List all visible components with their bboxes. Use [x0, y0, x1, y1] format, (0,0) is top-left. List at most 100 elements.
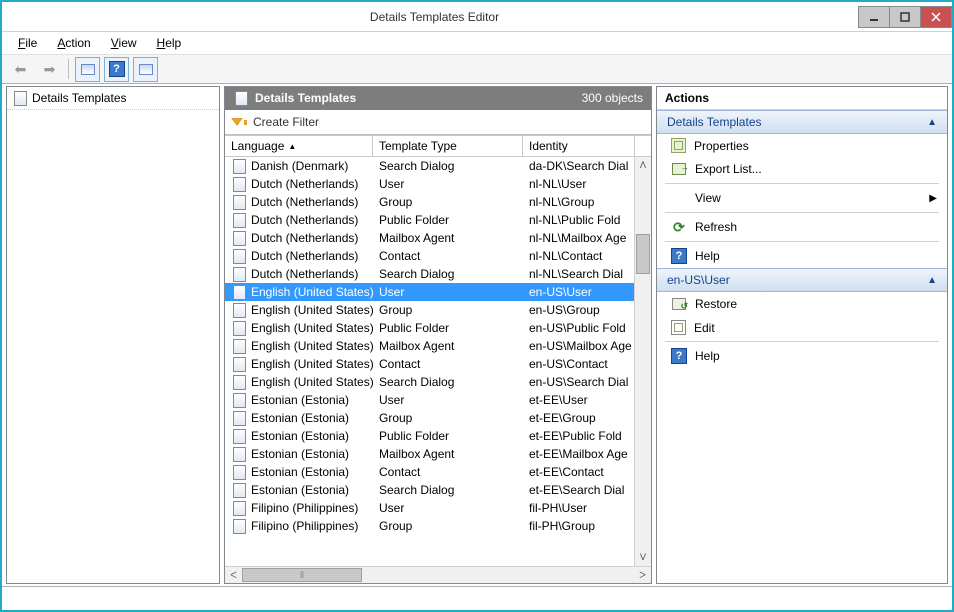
cell-type: Mailbox Agent	[373, 338, 523, 354]
table-row[interactable]: Estonian (Estonia)Groupet-EE\Group	[225, 409, 634, 427]
scroll-thumb[interactable]	[636, 234, 650, 274]
cell-type: Search Dialog	[373, 374, 523, 390]
action-edit[interactable]: Edit	[657, 316, 947, 339]
table-row[interactable]: Filipino (Philippines)Groupfil-PH\Group	[225, 517, 634, 535]
cell-language: English (United States)	[251, 339, 373, 353]
tree-root-label: Details Templates	[32, 91, 127, 105]
cell-identity: nl-NL\User	[523, 176, 634, 192]
refresh-icon: ⟳	[671, 219, 687, 235]
cell-type: Search Dialog	[373, 158, 523, 174]
table-row[interactable]: Estonian (Estonia)Search Dialoget-EE\Sea…	[225, 481, 634, 499]
horizontal-scrollbar[interactable]: ᐸ ⦀ ᐳ	[225, 566, 651, 583]
action-help[interactable]: ? Help	[657, 244, 947, 268]
scroll-up-icon[interactable]: ᐱ	[635, 157, 651, 174]
table-row[interactable]: English (United States)Public Folderen-U…	[225, 319, 634, 337]
template-icon	[231, 266, 247, 282]
edit-icon	[671, 320, 686, 335]
table-row[interactable]: Dutch (Netherlands)Contactnl-NL\Contact	[225, 247, 634, 265]
cell-identity: en-US\Group	[523, 302, 634, 318]
collapse-icon: ▲	[927, 117, 937, 128]
export-icon	[671, 161, 687, 177]
table-row[interactable]: English (United States)Contacten-US\Cont…	[225, 355, 634, 373]
menu-help[interactable]: Help	[149, 34, 190, 52]
menu-action[interactable]: Action	[49, 34, 98, 52]
properties-icon	[671, 138, 686, 153]
vertical-scrollbar[interactable]: ᐱ ᐯ	[634, 157, 651, 566]
column-identity[interactable]: Identity	[523, 136, 634, 156]
maximize-button[interactable]	[889, 6, 921, 28]
cell-language: Dutch (Netherlands)	[251, 213, 358, 227]
table-row[interactable]: Estonian (Estonia)Public Folderet-EE\Pub…	[225, 427, 634, 445]
column-template-type[interactable]: Template Type	[373, 136, 523, 156]
table-row[interactable]: English (United States)Mailbox Agenten-U…	[225, 337, 634, 355]
table-row[interactable]: Filipino (Philippines)Userfil-PH\User	[225, 499, 634, 517]
template-icon	[231, 410, 247, 426]
cell-type: Group	[373, 518, 523, 534]
table-row[interactable]: Dutch (Netherlands)Groupnl-NL\Group	[225, 193, 634, 211]
titlebar: Details Templates Editor	[2, 2, 952, 32]
actions-section-selected[interactable]: en-US\User ▲	[657, 268, 947, 292]
show-hide-tree-button[interactable]	[75, 57, 100, 82]
template-icon	[231, 248, 247, 264]
table-row[interactable]: Danish (Denmark)Search Dialogda-DK\Searc…	[225, 157, 634, 175]
menu-file[interactable]: File	[10, 34, 45, 52]
cell-identity: et-EE\Public Fold	[523, 428, 634, 444]
table-row[interactable]: Estonian (Estonia)Contactet-EE\Contact	[225, 463, 634, 481]
cell-type: Public Folder	[373, 428, 523, 444]
template-icon	[231, 230, 247, 246]
actions-section-templates[interactable]: Details Templates ▲	[657, 110, 947, 134]
create-filter-link[interactable]: Create Filter	[253, 115, 319, 129]
table-row[interactable]: Dutch (Netherlands)Usernl-NL\User	[225, 175, 634, 193]
tree-root[interactable]: Details Templates	[7, 87, 219, 110]
cell-language: Dutch (Netherlands)	[251, 195, 358, 209]
scroll-right-icon[interactable]: ᐳ	[634, 567, 651, 583]
template-icon	[231, 374, 247, 390]
table-row[interactable]: English (United States)Search Dialogen-U…	[225, 373, 634, 391]
grid-header: Language▲ Template Type Identity	[225, 135, 651, 157]
action-refresh[interactable]: ⟳ Refresh	[657, 215, 947, 239]
help-button[interactable]: ?	[104, 57, 129, 82]
scroll-left-icon[interactable]: ᐸ	[225, 567, 242, 583]
cell-identity: nl-NL\Public Fold	[523, 212, 634, 228]
action-view[interactable]: View ▶	[657, 186, 947, 210]
restore-icon	[671, 296, 687, 312]
tree-pane: Details Templates	[6, 86, 220, 584]
cell-language: Dutch (Netherlands)	[251, 231, 358, 245]
table-row[interactable]: Estonian (Estonia)Useret-EE\User	[225, 391, 634, 409]
cell-identity: et-EE\Contact	[523, 464, 634, 480]
column-language[interactable]: Language▲	[225, 136, 373, 156]
results-header: Details Templates 300 objects	[225, 87, 651, 110]
cell-identity: da-DK\Search Dial	[523, 158, 634, 174]
cell-type: Group	[373, 410, 523, 426]
cell-type: User	[373, 500, 523, 516]
template-icon	[231, 428, 247, 444]
table-row[interactable]: English (United States)Useren-US\User	[225, 283, 634, 301]
template-icon	[231, 320, 247, 336]
template-icon	[231, 338, 247, 354]
cell-language: English (United States)	[251, 357, 373, 371]
cell-identity: en-US\Public Fold	[523, 320, 634, 336]
cell-identity: et-EE\User	[523, 392, 634, 408]
table-row[interactable]: Dutch (Netherlands)Mailbox Agentnl-NL\Ma…	[225, 229, 634, 247]
show-hide-action-button[interactable]	[133, 57, 158, 82]
help-icon: ?	[109, 61, 125, 77]
cell-language: Filipino (Philippines)	[251, 501, 358, 515]
scroll-thumb-h[interactable]: ⦀	[242, 568, 362, 582]
back-button[interactable]: ⬅	[8, 57, 33, 82]
action-export-list[interactable]: Export List...	[657, 157, 947, 181]
action-properties[interactable]: Properties	[657, 134, 947, 157]
table-row[interactable]: Dutch (Netherlands)Public Foldernl-NL\Pu…	[225, 211, 634, 229]
minimize-button[interactable]	[858, 6, 890, 28]
action-restore[interactable]: Restore	[657, 292, 947, 316]
table-row[interactable]: Estonian (Estonia)Mailbox Agentet-EE\Mai…	[225, 445, 634, 463]
template-icon	[231, 212, 247, 228]
close-button[interactable]	[920, 6, 952, 28]
table-row[interactable]: Dutch (Netherlands)Search Dialognl-NL\Se…	[225, 265, 634, 283]
cell-type: Group	[373, 302, 523, 318]
forward-button[interactable]: ➡	[37, 57, 62, 82]
table-row[interactable]: English (United States)Groupen-US\Group	[225, 301, 634, 319]
action-help-2[interactable]: ? Help	[657, 344, 947, 368]
menu-view[interactable]: View	[103, 34, 145, 52]
scroll-down-icon[interactable]: ᐯ	[635, 549, 651, 566]
template-icon	[231, 500, 247, 516]
